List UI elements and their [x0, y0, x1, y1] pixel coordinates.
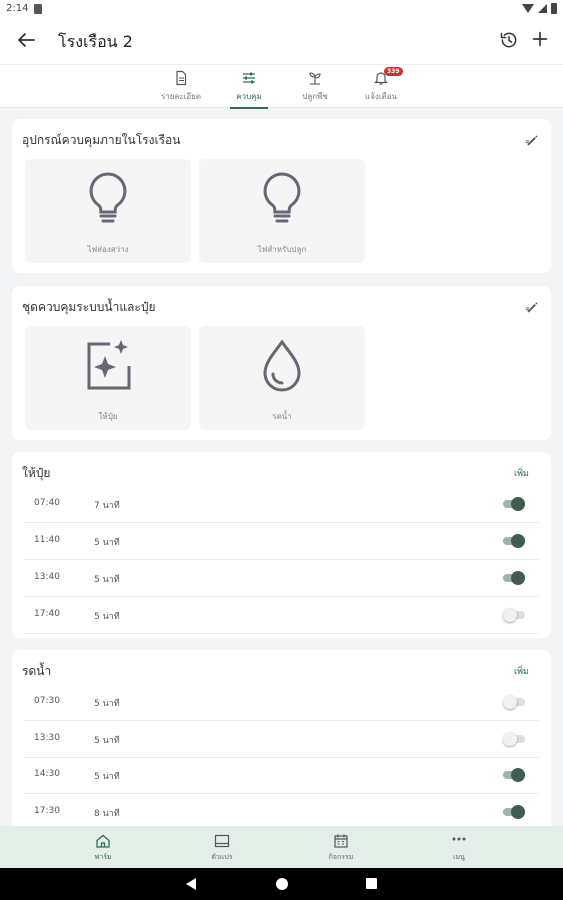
- water-schedule-card: รดน้ำ เพิ่ม 07:30 5 นาที 13:30 5 นาที 14…: [12, 650, 551, 826]
- add-icon[interactable]: [529, 28, 551, 50]
- schedule-toggle[interactable]: [503, 732, 525, 746]
- sliders-icon: [243, 72, 255, 84]
- tab-label: ปลูกพืช: [302, 92, 328, 101]
- lightbulb-icon: [89, 172, 127, 223]
- device-tile-watering[interactable]: รดน้ำ: [199, 326, 365, 430]
- card-title: ให้ปุ๋ย: [22, 466, 51, 480]
- system-nav-bar: [0, 868, 563, 900]
- water-drop-icon: [263, 339, 301, 392]
- bottom-nav: ฟาร์ม ตัวแปร กิจกรรม เมนู: [0, 826, 563, 868]
- tab-bar: รายละเอียด ควบคุม ปลูกพืช 339 แจ้งเตือน: [0, 64, 563, 109]
- tile-label: รดน้ำ: [272, 412, 292, 421]
- schedule-duration: 8 นาที: [94, 809, 120, 819]
- notification-badge: 339: [384, 67, 403, 76]
- tab-control[interactable]: ควบคุม: [214, 65, 284, 109]
- nav-label: กิจกรรม: [328, 853, 354, 861]
- sprout-icon: [309, 72, 321, 85]
- nav-menu[interactable]: เมนู: [419, 826, 499, 868]
- schedule-row[interactable]: 07:40 7 นาที: [24, 486, 539, 523]
- nav-variables[interactable]: ตัวแปร: [182, 826, 262, 868]
- system-recents-icon[interactable]: [366, 878, 377, 889]
- schedule-time: 07:30: [34, 696, 60, 706]
- card-title: ชุดควบคุมระบบน้ำและปุ๋ย: [22, 300, 156, 314]
- schedule-duration: 5 นาที: [94, 736, 120, 746]
- tile-label: ไฟสำหรับปลูก: [257, 245, 307, 254]
- nav-activities[interactable]: กิจกรรม: [301, 826, 381, 868]
- lightbulb-icon: [263, 172, 301, 223]
- schedule-time: 11:40: [34, 535, 60, 545]
- tab-label: ควบคุม: [236, 92, 262, 101]
- tab-notifications[interactable]: 339 แจ้งเตือน: [346, 65, 416, 109]
- schedule-duration: 5 นาที: [94, 772, 120, 782]
- signal-icon: [538, 4, 547, 13]
- tab-label: รายละเอียด: [160, 92, 202, 101]
- sparkle-image-icon: [87, 340, 131, 390]
- schedule-row[interactable]: 13:30 5 นาที: [24, 721, 539, 758]
- sim-card-icon: [34, 4, 42, 14]
- tab-label: แจ้งเตือน: [365, 92, 397, 101]
- schedule-duration: 5 นาที: [94, 612, 120, 622]
- history-icon[interactable]: [499, 30, 519, 50]
- system-back-icon[interactable]: [186, 878, 196, 890]
- device-tile-fertilize[interactable]: ให้ปุ๋ย: [25, 326, 191, 430]
- tab-details[interactable]: รายละเอียด: [146, 65, 216, 109]
- document-icon: [176, 70, 187, 86]
- schedule-toggle[interactable]: [503, 608, 525, 622]
- page-title: โรงเรือน 2: [58, 32, 133, 51]
- schedule-row[interactable]: 14:30 5 นาที: [24, 757, 539, 794]
- schedule-row[interactable]: 13:40 5 นาที: [24, 560, 539, 597]
- schedule-time: 17:30: [34, 806, 60, 816]
- schedule-duration: 5 นาที: [94, 538, 120, 548]
- schedule-toggle[interactable]: [503, 534, 525, 548]
- schedule-toggle[interactable]: [503, 768, 525, 782]
- card-title: รดน้ำ: [22, 664, 52, 678]
- schedule-toggle[interactable]: [503, 497, 525, 511]
- status-time: 2:14: [6, 3, 29, 14]
- schedule-time: 17:40: [34, 609, 60, 619]
- devices-card: อุปกรณ์ควบคุมภายในโรงเรือน ไฟส่องสว่าง ไ…: [12, 119, 551, 273]
- device-tile-grow-light[interactable]: ไฟสำหรับปลูก: [199, 159, 365, 263]
- schedule-toggle[interactable]: [503, 695, 525, 709]
- home-icon: [96, 834, 110, 848]
- device-tile-lighting[interactable]: ไฟส่องสว่าง: [25, 159, 191, 263]
- status-icons: [522, 3, 557, 14]
- schedule-duration: 5 นาที: [94, 575, 120, 585]
- add-schedule-button[interactable]: เพิ่ม: [514, 466, 529, 480]
- edit-icon[interactable]: [525, 300, 539, 314]
- schedule-toggle[interactable]: [503, 805, 525, 819]
- schedule-row[interactable]: 17:40 5 นาที: [24, 597, 539, 634]
- calendar-icon: [334, 834, 348, 848]
- card-title: อุปกรณ์ควบคุมภายในโรงเรือน: [22, 133, 181, 147]
- more-icon: [452, 837, 466, 841]
- schedule-row[interactable]: 11:40 5 นาที: [24, 523, 539, 560]
- app-bar: โรงเรือน 2: [0, 18, 563, 64]
- water-control-card: ชุดควบคุมระบบน้ำและปุ๋ย ให้ปุ๋ย รดน้ำ: [12, 286, 551, 440]
- schedule-row[interactable]: 07:30 5 นาที: [24, 684, 539, 721]
- wifi-icon: [522, 4, 534, 13]
- system-home-icon[interactable]: [276, 878, 288, 890]
- edit-icon[interactable]: [525, 133, 539, 147]
- schedule-time: 07:40: [34, 498, 60, 508]
- nav-label: ตัวแปร: [211, 853, 233, 861]
- nav-farm[interactable]: ฟาร์ม: [63, 826, 143, 868]
- tile-label: ไฟส่องสว่าง: [87, 245, 129, 254]
- image-icon: [214, 834, 230, 848]
- status-bar: 2:14: [0, 0, 563, 18]
- tile-label: ให้ปุ๋ย: [98, 412, 118, 421]
- nav-label: ฟาร์ม: [94, 853, 112, 861]
- schedule-duration: 7 นาที: [94, 501, 120, 511]
- add-schedule-button[interactable]: เพิ่ม: [514, 664, 529, 678]
- schedule-time: 13:40: [34, 572, 60, 582]
- schedule-time: 14:30: [34, 769, 60, 779]
- battery-icon: [551, 3, 557, 14]
- schedule-toggle[interactable]: [503, 571, 525, 585]
- fertilize-schedule-card: ให้ปุ๋ย เพิ่ม 07:40 7 นาที 11:40 5 นาที …: [12, 452, 551, 638]
- schedule-time: 13:30: [34, 733, 60, 743]
- nav-label: เมนู: [453, 853, 465, 861]
- back-arrow-icon[interactable]: [14, 28, 38, 52]
- schedule-duration: 5 นาที: [94, 699, 120, 709]
- tab-planting[interactable]: ปลูกพืช: [280, 65, 350, 109]
